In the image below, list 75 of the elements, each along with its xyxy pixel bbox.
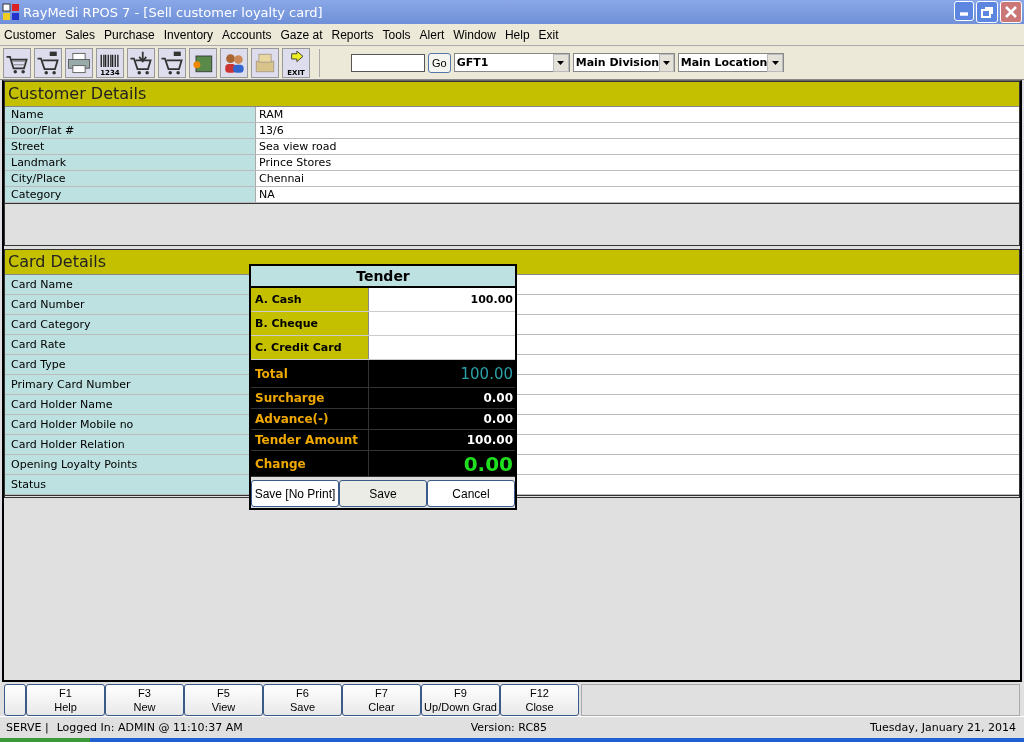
menu-item[interactable]: Customer [0,27,61,42]
field-value: 13/6 [256,123,1019,139]
field-value: RAM [256,107,1019,123]
field-value: NA [256,187,1019,203]
total-label: Surcharge [251,388,369,408]
toolbar-button[interactable] [220,47,248,78]
amount-field[interactable]: 100.00 [369,288,515,311]
field-label: Door/Flat # [5,123,256,139]
search-field[interactable] [351,53,425,72]
restore-button[interactable] [976,1,998,23]
toolbar-button[interactable] [34,47,62,78]
total-label: Tender Amount [251,430,369,450]
function-key-button[interactable]: F6 Save [263,684,342,716]
save-button[interactable]: Save [339,480,427,507]
menu-item[interactable]: Tools [378,27,416,42]
field-label: Landmark [5,155,256,171]
function-key-button[interactable]: F9 Up/Down Grad [421,684,500,716]
close-icon [1004,5,1018,19]
status-text: SERVE | [6,721,49,734]
payment-label: A. Cash [251,288,369,311]
toolbar-button[interactable] [158,47,186,78]
save-no-print-button[interactable]: Save [No Print] [251,480,339,507]
total-value: 100.00 [459,363,514,385]
menu-item[interactable]: Alert [415,27,450,42]
cancel-button[interactable]: Cancel [427,480,515,507]
field-label: Street [5,139,256,155]
field-value: Sea view road [256,139,1019,155]
payment-label: C. Credit Card [251,336,369,359]
function-key-button[interactable]: F12 Close [500,684,579,716]
field-label: Name [5,107,256,123]
window-title: RayMedi RPOS 7 - [Sell customer loyalty card] [23,4,324,20]
close-button[interactable] [1000,1,1022,23]
menu-item[interactable]: Window [449,27,501,42]
toolbar-button[interactable] [189,47,217,78]
field-label: City/Place [5,171,256,187]
go-button[interactable]: Go [428,52,451,73]
section-header: Customer Details [5,82,1019,106]
total-value: 0.00 [482,390,514,407]
menu-item[interactable]: Inventory [159,27,219,42]
field-value: Prince Stores [256,155,1019,171]
function-key-button[interactable]: F1 Help [26,684,105,716]
dialog-title: Tender [251,266,515,288]
restore-icon [980,5,994,19]
menu-item[interactable]: Accounts [218,27,277,42]
total-value: 100.00 [465,432,514,449]
field-value: Chennai [256,171,1019,187]
menu-item[interactable]: Reports [327,27,379,42]
menu-item[interactable]: Gaze at [276,27,328,42]
total-label: Total [251,360,369,387]
dropdown[interactable]: Main Location [677,53,784,72]
payment-label: B. Cheque [251,312,369,335]
dropdown[interactable]: GFT1 [453,53,570,72]
menu-item[interactable]: Purchase [100,27,160,42]
minimize-button[interactable] [954,1,974,21]
toolbar-button[interactable] [127,47,155,78]
total-value: 0.00 [462,451,514,476]
status-text: Tuesday, January 21, 2014 [870,721,1016,734]
menu-item[interactable]: Help [500,27,535,42]
field-label: Category [5,187,256,203]
menu-item[interactable]: Exit [534,27,564,42]
dropdown[interactable]: Main Division [572,53,675,72]
function-key-button[interactable]: F5 View [184,684,263,716]
function-key-button[interactable]: F7 Clear [342,684,421,716]
toolbar-button[interactable] [3,47,31,78]
menu-item[interactable]: Sales [61,27,101,42]
key-button[interactable] [4,684,26,716]
function-key-button[interactable]: F3 New [105,684,184,716]
status-text: Logged In: ADMIN @ 11:10:37 AM [56,721,244,734]
toolbar-button[interactable] [65,47,93,78]
total-value: 0.00 [482,411,514,428]
minimize-icon [960,12,968,16]
status-text: Version: RC85 [470,721,549,734]
total-label: Change [251,451,369,476]
app-logo-icon [2,3,20,21]
total-label: Advance(-) [251,409,369,429]
